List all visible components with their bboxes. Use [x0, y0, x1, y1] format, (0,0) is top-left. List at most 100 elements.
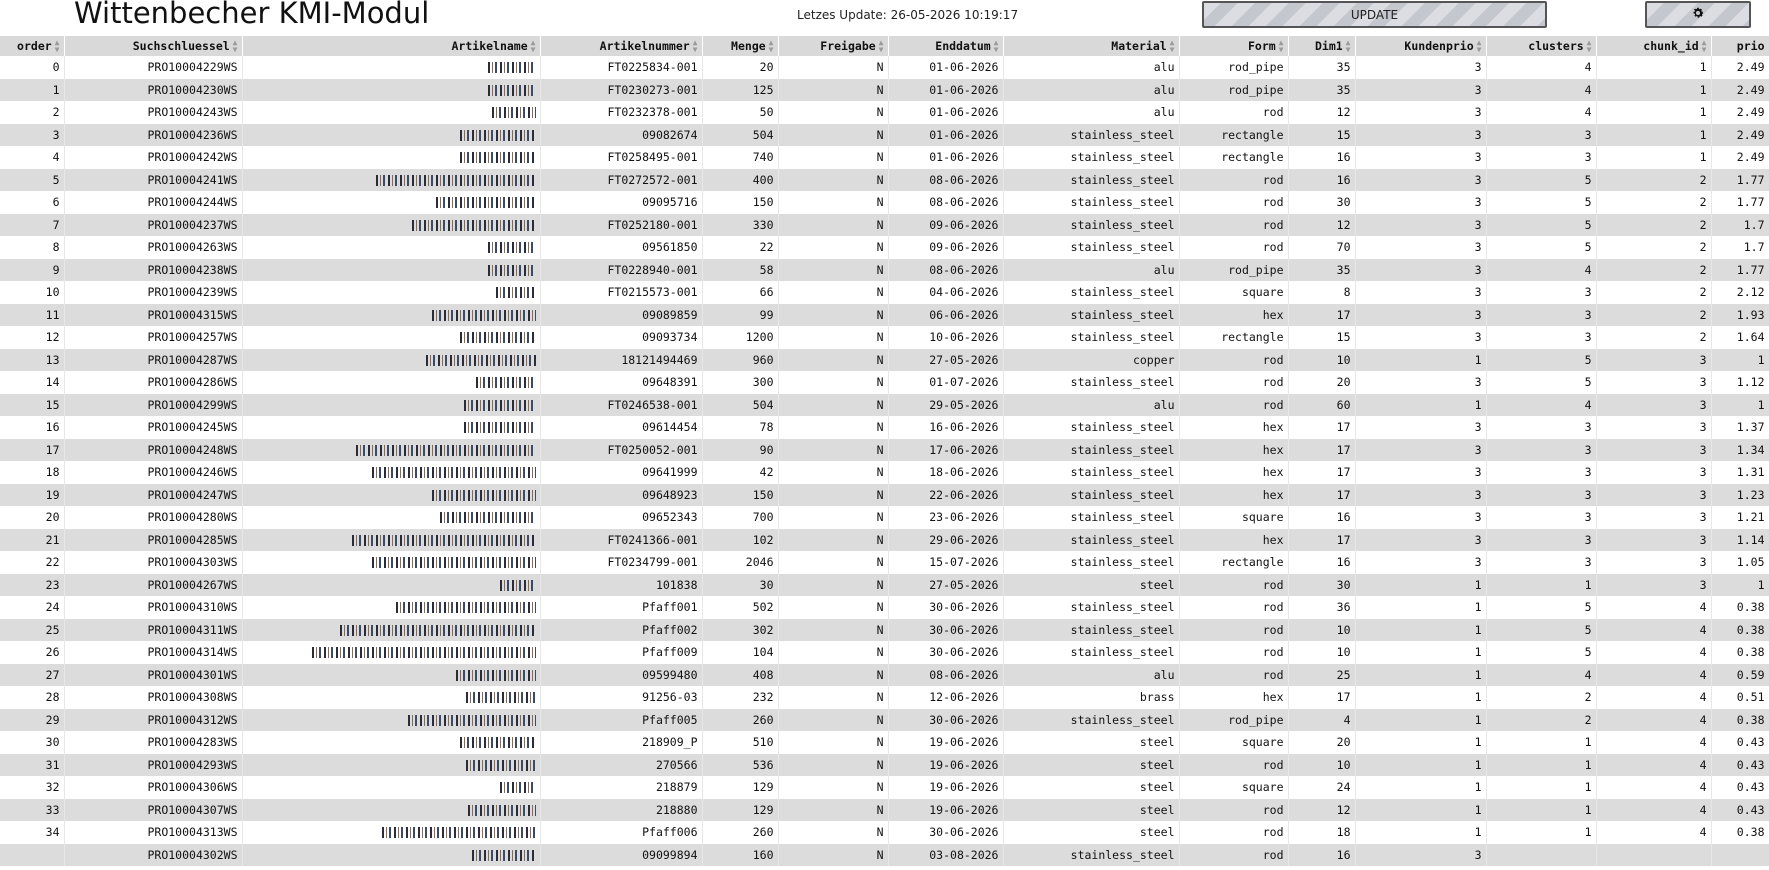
cell-kundenprio: 3	[1355, 461, 1487, 484]
cell-clusters: 5	[1486, 236, 1597, 259]
table-row[interactable]: 8 PRO10004263WS 09561850 22 N 09-06-2026 stain…	[0, 236, 1769, 259]
sort-icon[interactable]: ▲ ▼	[879, 39, 884, 54]
table-row[interactable]: 28 PRO10004308WS 91256-03 232 N 12-06-2026 bra…	[0, 686, 1769, 709]
cell-suchschluessel: PRO10004301WS	[64, 663, 243, 686]
cell-dim1: 18	[1288, 821, 1356, 844]
obscured-name-image	[459, 737, 536, 749]
cell-dim1: 16	[1288, 146, 1356, 169]
cell-form: rod	[1179, 753, 1289, 776]
cell-chunk-id: 2	[1596, 213, 1712, 236]
table-row[interactable]: 6 PRO10004244WS 09095716 150 N 08-06-2026 stai…	[0, 191, 1769, 214]
table-row[interactable]: 12 PRO10004257WS 09093734 1200 N 10-06-2026 st…	[0, 326, 1769, 349]
cell-order: 32	[0, 776, 65, 799]
cell-enddatum: 30-06-2026	[888, 821, 1004, 844]
table-row[interactable]: 32 PRO10004306WS 218879 129 N 19-06-2026 steel…	[0, 776, 1769, 799]
column-header-menge[interactable]: Menge ▲ ▼	[702, 36, 779, 56]
table-row[interactable]: 10 PRO10004239WS FT0215573-001 66 N 04-06-202…	[0, 281, 1769, 304]
column-header-kundenprio[interactable]: Kundenprio ▲ ▼	[1355, 36, 1487, 56]
cell-artikelnummer: 218880	[540, 798, 703, 821]
column-header-suchschluessel[interactable]: Suchschluessel ▲ ▼	[64, 36, 243, 56]
table-row[interactable]: 23 PRO10004267WS 101838 30 N 27-05-2026 steel r…	[0, 573, 1769, 596]
column-header-enddatum[interactable]: Enddatum ▲ ▼	[888, 36, 1004, 56]
table-row[interactable]: 34 PRO10004313WS Pfaff006 260 N 30-06-2026 ste…	[0, 821, 1769, 844]
column-header-chunk-id[interactable]: chunk_id ▲ ▼	[1596, 36, 1712, 56]
cell-order: 2	[0, 101, 65, 124]
cell-artikelname	[242, 438, 541, 461]
sort-icon[interactable]: ▲ ▼	[55, 39, 60, 54]
table-row[interactable]: 17 PRO10004248WS FT0250052-001 90 N 17-06-202…	[0, 438, 1769, 461]
sort-icon[interactable]: ▲ ▼	[233, 39, 238, 54]
sort-icon[interactable]: ▲ ▼	[1279, 39, 1284, 54]
sort-icon[interactable]: ▲ ▼	[531, 39, 536, 54]
column-header-clusters[interactable]: clusters ▲ ▼	[1486, 36, 1597, 56]
table-row[interactable]: 7 PRO10004237WS FT0252180-001 330 N 09-06-202…	[0, 213, 1769, 236]
update-button[interactable]: UPDATE	[1202, 1, 1547, 28]
table-row[interactable]: 25 PRO10004311WS Pfaff002 302 N 30-06-2026 sta…	[0, 618, 1769, 641]
table-row[interactable]: 31 PRO10004293WS 270566 536 N 19-06-2026 steel…	[0, 753, 1769, 776]
settings-button[interactable]	[1645, 1, 1751, 28]
column-header-prio[interactable]: prio	[1711, 36, 1769, 56]
column-header-material[interactable]: Material ▲ ▼	[1003, 36, 1180, 56]
cell-freigabe: N	[778, 56, 889, 79]
table-row[interactable]: 19 PRO10004247WS 09648923 150 N 22-06-2026 sta…	[0, 483, 1769, 506]
cell-prio: 1.64	[1711, 326, 1769, 349]
table-row[interactable]: 20 PRO10004280WS 09652343 700 N 23-06-2026 sta…	[0, 506, 1769, 529]
sort-icon[interactable]: ▲ ▼	[1702, 39, 1707, 54]
table-row[interactable]: 24 PRO10004310WS Pfaff001 502 N 30-06-2026 sta…	[0, 596, 1769, 619]
cell-form: rod	[1179, 348, 1289, 371]
table-row[interactable]: 33 PRO10004307WS 218880 129 N 19-06-2026 steel…	[0, 798, 1769, 821]
sort-icon[interactable]: ▲ ▼	[1477, 39, 1482, 54]
cell-freigabe: N	[778, 528, 889, 551]
cell-artikelname	[242, 56, 541, 79]
sort-icon[interactable]: ▲ ▼	[994, 39, 999, 54]
table-row[interactable]: 27 PRO10004301WS 09599480 408 N 08-06-2026 alu…	[0, 663, 1769, 686]
table-row[interactable]: 9 PRO10004238WS FT0228940-001 58 N 08-06-2026…	[0, 258, 1769, 281]
cell-artikelname	[242, 798, 541, 821]
table-row[interactable]: 3 PRO10004236WS 09082674 504 N 01-06-2026 stai…	[0, 123, 1769, 146]
sort-icon[interactable]: ▲ ▼	[693, 39, 698, 54]
table-row[interactable]: 5 PRO10004241WS FT0272572-001 400 N 08-06-202…	[0, 168, 1769, 191]
table-row[interactable]: 22 PRO10004303WS FT0234799-001 2046 N 15-07-2…	[0, 551, 1769, 574]
cell-artikelname	[242, 371, 541, 394]
sort-icon[interactable]: ▲ ▼	[1587, 39, 1592, 54]
column-header-dim1[interactable]: Dim1 ▲ ▼	[1288, 36, 1356, 56]
column-header-freigabe[interactable]: Freigabe ▲ ▼	[778, 36, 889, 56]
cell-enddatum: 06-06-2026	[888, 303, 1004, 326]
cell-prio: 1.21	[1711, 506, 1769, 529]
cell-artikelname	[242, 821, 541, 844]
table-row[interactable]: 16 PRO10004245WS 09614454 78 N 16-06-2026 stai…	[0, 416, 1769, 439]
cell-clusters: 5	[1486, 596, 1597, 619]
cell-form: rod	[1179, 371, 1289, 394]
cell-freigabe: N	[778, 393, 889, 416]
table-row[interactable]: 30 PRO10004283WS 218909_P 510 N 19-06-2026 ste…	[0, 731, 1769, 754]
table-row[interactable]: 4 PRO10004242WS FT0258495-001 740 N 01-06-202…	[0, 146, 1769, 169]
sort-icon[interactable]: ▲ ▼	[769, 39, 774, 54]
column-header-order[interactable]: order ▲ ▼	[0, 36, 65, 56]
table-row[interactable]: 18 PRO10004246WS 09641999 42 N 18-06-2026 stai…	[0, 461, 1769, 484]
sort-icon[interactable]: ▲ ▼	[1170, 39, 1175, 54]
cell-artikelnummer: FT0225834-001	[540, 56, 703, 79]
table-row[interactable]: 15 PRO10004299WS FT0246538-001 504 N 29-05-20…	[0, 393, 1769, 416]
cell-form: hex	[1179, 483, 1289, 506]
table-row[interactable]: PRO10004302WS 09099894 160 N 03-08-2026 stain…	[0, 843, 1769, 866]
sort-icon[interactable]: ▲ ▼	[1346, 39, 1351, 54]
cell-freigabe: N	[778, 78, 889, 101]
column-header-form[interactable]: Form ▲ ▼	[1179, 36, 1289, 56]
table-row[interactable]: 21 PRO10004285WS FT0241366-001 102 N 29-06-20…	[0, 528, 1769, 551]
table-row[interactable]: 2 PRO10004243WS FT0232378-001 50 N 01-06-2026…	[0, 101, 1769, 124]
table-row[interactable]: 29 PRO10004312WS Pfaff005 260 N 30-06-2026 sta…	[0, 708, 1769, 731]
cell-artikelname	[242, 506, 541, 529]
cell-menge: 150	[702, 191, 779, 214]
column-header-artikelnummer[interactable]: Artikelnummer ▲ ▼	[540, 36, 703, 56]
table-row[interactable]: 0 PRO10004229WS FT0225834-001 20 N 01-06-2026…	[0, 56, 1769, 79]
column-header-artikelname[interactable]: Artikelname ▲ ▼	[242, 36, 541, 56]
table-row[interactable]: 13 PRO10004287WS 18121494469 960 N 27-05-2026…	[0, 348, 1769, 371]
table-row[interactable]: 1 PRO10004230WS FT0230273-001 125 N 01-06-202…	[0, 78, 1769, 101]
cell-freigabe: N	[778, 551, 889, 574]
table-row[interactable]: 11 PRO10004315WS 09089859 99 N 06-06-2026 stai…	[0, 303, 1769, 326]
table-row[interactable]: 26 PRO10004314WS Pfaff009 104 N 30-06-2026 sta…	[0, 641, 1769, 664]
cell-chunk-id	[1596, 843, 1712, 866]
cell-form: hex	[1179, 303, 1289, 326]
table-row[interactable]: 14 PRO10004286WS 09648391 300 N 01-07-2026 sta…	[0, 371, 1769, 394]
cell-menge: 58	[702, 258, 779, 281]
